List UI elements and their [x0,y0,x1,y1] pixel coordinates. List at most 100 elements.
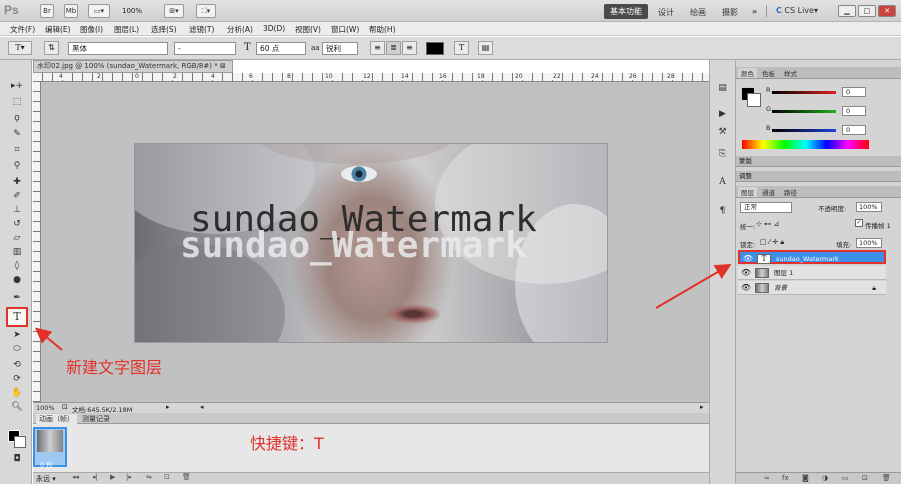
quick-select-tool-icon[interactable]: ✎ [8,127,26,141]
warp-text-icon[interactable]: T [454,41,469,55]
menu-layer[interactable]: 图层(L) [114,24,139,35]
document-tab[interactable]: 水印02.jpg @ 100% (sundao_Watermark, RGB/8… [33,60,233,73]
tool-preset-picker[interactable]: T▾ [8,41,32,55]
blend-mode-select[interactable]: 正常 [740,202,792,213]
align-left-icon[interactable]: ≡ [370,41,385,55]
tab-swatches[interactable]: 色板 [762,68,775,78]
duplicate-frame-icon[interactable]: ⊡ [164,473,170,481]
layer-name[interactable]: sundao_Watermark [776,252,839,266]
layer-name[interactable]: 背景 [774,281,787,295]
visibility-eye-icon[interactable]: 👁︎ [740,281,752,295]
delete-layer-icon[interactable]: 🗑︎ [882,473,891,484]
screen-mode-button[interactable]: ⛶▾ [196,4,216,18]
layer-row-image[interactable]: 👁︎ 图层 1 [738,266,886,280]
close-button[interactable]: ✕ [878,5,896,17]
status-menu-arrow-icon[interactable]: ▸ [166,403,170,411]
path-selection-tool-icon[interactable]: ➤ [8,328,26,342]
bridge-button[interactable]: Br [40,4,54,18]
maximize-button[interactable]: □ [858,5,876,17]
menu-help[interactable]: 帮助(H) [369,24,396,35]
mini-bridge-button[interactable]: Mb [64,4,78,18]
new-group-icon[interactable]: ▭ [842,473,849,484]
tab-measurement-log[interactable]: 测量记录 [82,414,110,424]
opacity-field[interactable]: 100% [856,202,882,212]
adjustments-panel-header[interactable]: 调整 [736,171,901,182]
menu-3d[interactable]: 3D(D) [263,24,285,33]
marquee-tool-icon[interactable]: ⬚ [8,95,26,109]
zoom-field[interactable]: 100% [36,404,60,412]
menu-select[interactable]: 选择(S) [151,24,177,35]
delete-frame-icon[interactable]: 🗑︎ [182,473,191,481]
view-extras-button[interactable]: ▭▾ [88,4,110,18]
hand-tool-icon[interactable]: ✋ [8,386,26,400]
3d-orbit-tool-icon[interactable]: ⟳ [8,372,26,386]
align-center-icon[interactable]: ≣ [386,41,401,55]
type-tool-icon[interactable]: T [6,307,28,327]
workspace-design[interactable]: 设计 [658,7,674,18]
new-layer-icon[interactable]: ⊡ [862,473,868,484]
blur-tool-icon[interactable]: ◊ [8,259,26,273]
brush-tool-icon[interactable]: ✐ [8,189,26,203]
tab-animation-frames[interactable]: 动画（帧） [36,414,77,424]
menu-view[interactable]: 视图(V) [295,24,321,35]
layer-style-icon[interactable]: fx [782,473,789,484]
channel-value-field[interactable]: 0 [842,125,866,135]
text-orientation-icon[interactable]: ⇅ [44,41,59,55]
panel-background-swatch[interactable] [747,93,761,107]
layer-mask-icon[interactable]: ◙ [802,473,809,484]
clone-stamp-tool-icon[interactable]: ⊥ [8,203,26,217]
eraser-tool-icon[interactable]: ▱ [8,231,26,245]
loop-options-select[interactable]: 永远 ▾ [36,474,56,484]
previous-frame-icon[interactable]: ◂| [92,473,98,481]
frame-delay[interactable]: 0 秒 [40,459,53,469]
menu-analysis[interactable]: 分析(A) [227,24,253,35]
horizontal-scroll-right-icon[interactable]: ▸ [700,403,704,411]
tab-channels[interactable]: 通道 [762,187,775,197]
menu-filter[interactable]: 滤镜(T) [189,24,214,35]
masks-panel-header[interactable]: 蒙版 [736,156,901,167]
unify-icons[interactable]: ⊹ ⊷ ⊿ [756,220,779,228]
fill-field[interactable]: 100% [856,238,882,248]
menu-file[interactable]: 文件(F) [10,24,35,35]
clone-source-icon[interactable]: ⎘ [715,148,730,161]
status-options-icon[interactable]: ⊡ [62,403,68,411]
channel-slider[interactable] [772,91,836,94]
move-tool-icon[interactable]: ▸+ [8,79,26,93]
gradient-tool-icon[interactable]: ▥ [8,245,26,259]
character-panel-icon[interactable]: ▤ [478,41,493,55]
color-spectrum-bar[interactable] [742,140,869,149]
align-right-icon[interactable]: ≡ [402,41,417,55]
font-size-field[interactable]: 60 点 [256,42,306,55]
menu-image[interactable]: 图像(I) [80,24,103,35]
menu-window[interactable]: 窗口(W) [331,24,359,35]
lasso-tool-icon[interactable]: ϙ [8,111,26,125]
character-panel-icon[interactable]: A [715,176,730,189]
workspace-painting[interactable]: 绘画 [690,7,706,18]
actions-panel-icon[interactable]: ▶ [715,108,730,121]
3d-rotate-tool-icon[interactable]: ⟲ [8,358,26,372]
layer-row-background[interactable]: 👁︎ 背景 🔒︎ [738,281,886,295]
close-tab-icon[interactable]: ⊠ [220,62,226,70]
channel-slider[interactable] [772,129,836,132]
link-layers-icon[interactable]: ∞ [764,473,770,484]
menu-edit[interactable]: 编辑(E) [45,24,71,35]
tab-layers[interactable]: 图层 [738,187,757,197]
lock-icons[interactable]: □ ⁄ ✛ 🔒︎ [760,238,784,247]
pen-tool-icon[interactable]: ✒ [8,291,26,305]
font-style-select[interactable]: - [174,42,236,55]
arrange-documents-button[interactable]: ⊞▾ [164,4,184,18]
zoom-tool-icon[interactable]: 🔍︎ [8,400,26,414]
horizontal-scroll-left-icon[interactable]: ◂ [200,403,204,411]
antialias-select[interactable]: 锐利 [322,42,358,55]
tool-presets-icon[interactable]: ⚒ [715,126,730,139]
history-panel-icon[interactable]: ▤ [715,82,730,95]
adjustment-layer-icon[interactable]: ◑ [822,473,828,484]
healing-brush-tool-icon[interactable]: ✚ [8,175,26,189]
first-frame-icon[interactable]: ◂◂ [72,473,79,481]
tween-icon[interactable]: ⇋ [146,473,152,481]
play-icon[interactable]: ▶ [110,473,115,481]
channel-value-field[interactable]: 0 [842,106,866,116]
crop-tool-icon[interactable]: ⌗ [8,143,26,157]
tab-paths[interactable]: 路径 [784,187,797,197]
workspace-photography[interactable]: 摄影 [722,7,738,18]
